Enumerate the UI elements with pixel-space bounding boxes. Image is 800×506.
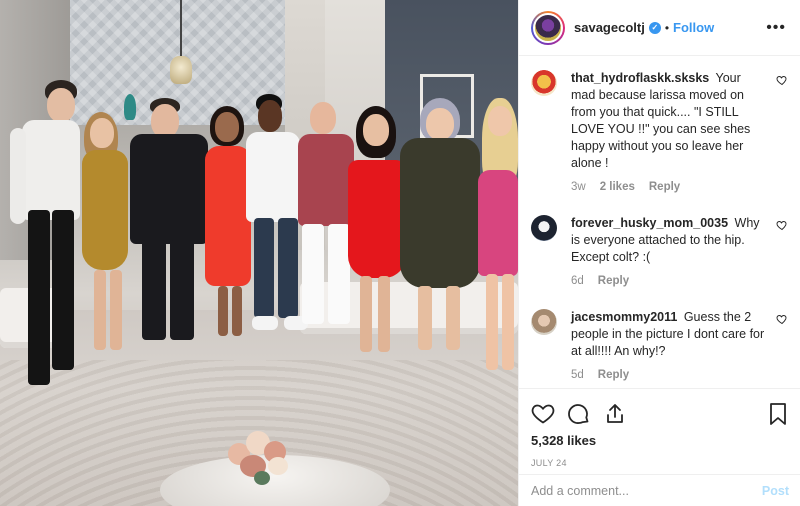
verified-badge-icon: ✓ [648,21,661,34]
comment-text: Your mad because larissa moved on from y… [571,71,751,170]
heart-icon[interactable] [531,402,555,426]
comment-body: jacesmommy2011 Guess the 2 people in the… [571,309,768,360]
author-avatar-image [533,12,563,43]
likes-count[interactable]: 5,328 likes [531,433,789,448]
comment-heart-icon[interactable] [776,219,788,231]
more-options-icon[interactable]: ••• [766,19,786,36]
pendant-cord [180,0,182,60]
comment-item: forever_husky_mom_0035 Why is everyone a… [531,215,790,287]
comment-body: forever_husky_mom_0035 Why is everyone a… [571,215,768,266]
reply-button[interactable]: Reply [598,275,629,287]
post-photo[interactable] [0,0,518,506]
comments-list: that_hydroflaskk.sksks Your mad because … [519,56,800,388]
commenter-avatar[interactable] [531,309,557,335]
comment-body: that_hydroflaskk.sksks Your mad because … [571,70,768,172]
comment-heart-icon[interactable] [776,74,788,86]
share-icon[interactable] [603,402,627,426]
comment-age[interactable]: 6d [571,275,584,287]
comment-likes[interactable]: 2 likes [600,181,635,193]
comment-icon[interactable] [567,402,591,426]
post-date: JULY 24 [531,458,567,468]
comment-username[interactable]: jacesmommy2011 [571,310,677,324]
author-avatar[interactable] [531,10,565,45]
add-comment-input[interactable] [531,483,762,498]
comment-age[interactable]: 3w [571,181,586,193]
post-actions: 5,328 likes JULY 24 [519,388,800,468]
author-username[interactable]: savagecoltj [574,20,645,35]
add-comment-bar: Post [519,474,800,506]
reply-button[interactable]: Reply [598,369,629,381]
post-header: savagecoltj ✓ • Follow ••• [519,0,800,56]
bookmark-icon[interactable] [767,402,789,426]
comment-age[interactable]: 5d [571,369,584,381]
action-icons-row [531,397,789,431]
vase [124,94,136,120]
flower-arrangement [220,425,300,485]
commenter-avatar[interactable] [531,215,557,241]
comment-meta: 5d Reply [571,369,768,381]
comment-item: that_hydroflaskk.sksks Your mad because … [531,70,790,193]
comment-item: jacesmommy2011 Guess the 2 people in the… [531,309,790,381]
post-sidebar: savagecoltj ✓ • Follow ••• that_hydrofla… [518,0,800,506]
pendant-lamp [170,56,192,84]
reply-button[interactable]: Reply [649,181,680,193]
commenter-avatar[interactable] [531,70,557,96]
comment-username[interactable]: that_hydroflaskk.sksks [571,71,709,85]
comment-meta: 6d Reply [571,275,768,287]
header-separator: • [664,20,670,35]
post-comment-button[interactable]: Post [762,484,789,498]
comment-meta: 3w 2 likes Reply [571,181,768,193]
comment-username[interactable]: forever_husky_mom_0035 [571,216,728,230]
follow-button[interactable]: Follow [673,20,714,35]
comment-heart-icon[interactable] [776,313,788,325]
